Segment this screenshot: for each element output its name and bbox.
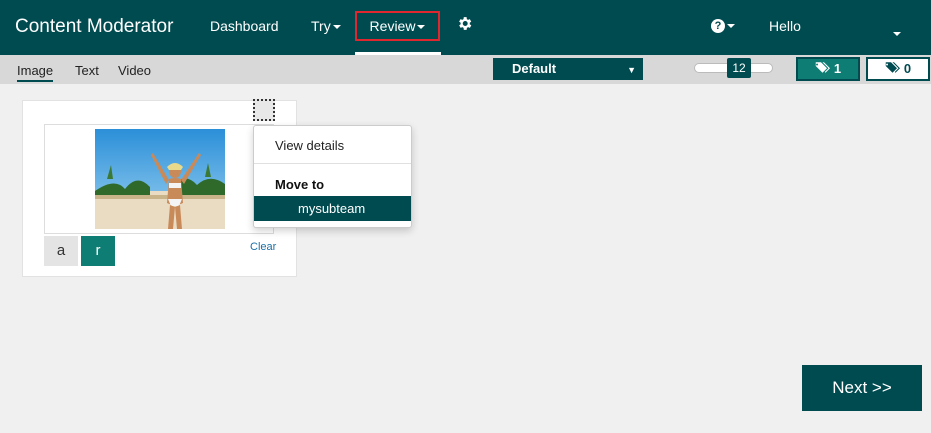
tab-text[interactable]: Text: [75, 63, 99, 78]
tag-filter-off-button[interactable]: 0: [866, 57, 930, 81]
chevron-down-icon: [332, 25, 341, 30]
tab-image[interactable]: Image: [17, 63, 54, 82]
team-select-value: Default: [512, 61, 557, 76]
nav-try[interactable]: Try: [311, 18, 341, 34]
tag-filter-off-count: 0: [903, 61, 912, 76]
image-frame: [44, 124, 274, 234]
tag-r-button[interactable]: r: [81, 236, 115, 266]
nav-try-label: Try: [311, 18, 331, 34]
nav-dashboard-label: Dashboard: [210, 18, 279, 34]
menu-item-mysubteam[interactable]: mysubteam: [254, 196, 411, 221]
menu-item-view-details[interactable]: View details: [275, 138, 432, 153]
chevron-down-icon: [727, 23, 735, 28]
review-toolbar: Image Text Video Default ▼ 12 1 0: [0, 55, 931, 84]
gear-icon[interactable]: [456, 15, 474, 33]
menu-divider: [254, 163, 411, 164]
card-context-menu: View details Move to mysubteam: [253, 125, 412, 228]
card-menu-button[interactable]: [253, 99, 275, 121]
menu-header-move-to: Move to: [275, 177, 325, 192]
top-nav-bar: Content Moderator Dashboard Try Review ?…: [0, 0, 931, 55]
app-brand[interactable]: Content Moderator: [15, 16, 173, 38]
team-select[interactable]: Default ▼: [493, 58, 643, 80]
nav-review[interactable]: Review: [355, 11, 440, 41]
user-menu-toggle[interactable]: [891, 25, 901, 43]
clear-tags-link[interactable]: Clear: [250, 241, 276, 253]
tag-filter-on-count: 1: [833, 61, 842, 76]
user-greeting[interactable]: Hello: [769, 18, 801, 34]
nav-dashboard[interactable]: Dashboard: [210, 18, 279, 34]
chevron-down-icon: ▼: [627, 65, 636, 75]
tag-icon: [885, 60, 900, 80]
help-icon: ?: [711, 18, 725, 33]
nav-review-label: Review: [369, 18, 416, 34]
help-menu[interactable]: ?: [711, 17, 735, 35]
tag-icon: [815, 60, 830, 80]
next-button[interactable]: Next >>: [802, 365, 922, 411]
review-image[interactable]: [95, 129, 225, 229]
page-size-slider-handle[interactable]: 12: [727, 58, 751, 78]
chevron-down-icon: [893, 31, 901, 36]
chevron-down-icon: [417, 25, 426, 30]
tab-video[interactable]: Video: [118, 63, 151, 78]
tag-a-button[interactable]: a: [44, 236, 78, 266]
tag-filter-on-button[interactable]: 1: [796, 57, 860, 81]
